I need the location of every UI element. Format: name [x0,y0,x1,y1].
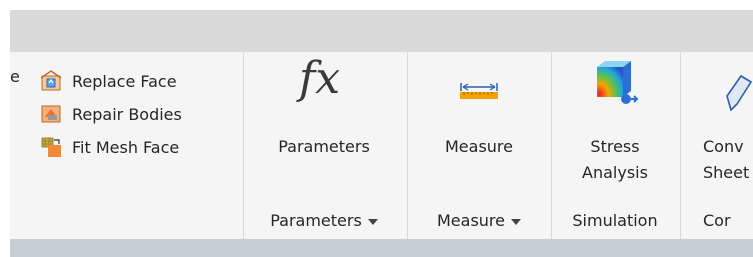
repair-bodies-button[interactable]: Repair Bodies [40,99,182,129]
parameters-button[interactable]: fx Parameters [249,52,399,202]
convert-group-label: Cor [703,211,731,230]
convert-label-line2: Sheet [703,163,750,182]
simulation-group-text: Simulation [572,211,658,230]
fit-mesh-face-icon [41,137,61,157]
convert-to-sheet-region: Conv Sheet Cor [681,52,753,239]
convert-to-sheet-button[interactable]: Conv Sheet [681,52,753,202]
measure-label: Measure [445,137,513,156]
ruler-icon [460,83,498,99]
group-separator [243,52,244,239]
workspace-strip [10,239,753,257]
fit-mesh-face-label: Fit Mesh Face [72,137,180,157]
group-separator [551,52,552,239]
parameters-group-label: Parameters [270,211,362,230]
measure-group-dropdown[interactable]: Measure [413,209,545,233]
stress-analysis-button[interactable]: Stress Analysis [556,52,674,202]
repair-bodies-label: Repair Bodies [72,104,182,124]
measure-button[interactable]: Measure [413,52,545,202]
parameters-group-dropdown[interactable]: Parameters [249,209,399,233]
fit-mesh-face-button[interactable]: Fit Mesh Face [40,132,179,162]
replace-face-label: Replace Face [72,71,177,91]
title-bar-strip [10,10,753,52]
chevron-down-icon [367,218,378,225]
convert-label-line1: Conv [703,137,744,156]
simulation-group-label: Simulation [556,209,674,233]
group-separator [407,52,408,239]
replace-face-icon [40,70,62,91]
stress-analysis-label-line1: Stress [590,137,640,156]
truncated-command-label: e [10,67,20,86]
ribbon-panel: e Replace Face Repair Bodies Fit Mesh Fa… [10,52,753,239]
fx-icon: fx [299,53,341,104]
parameters-label: Parameters [278,137,370,156]
measure-group-label: Measure [437,211,505,230]
repair-bodies-icon [41,105,61,123]
convert-to-sheet-icon [726,74,753,112]
chevron-down-icon [511,218,521,225]
stress-analysis-label-line2: Analysis [582,163,648,182]
stress-analysis-icon [597,61,639,104]
replace-face-button[interactable]: Replace Face [40,66,177,96]
